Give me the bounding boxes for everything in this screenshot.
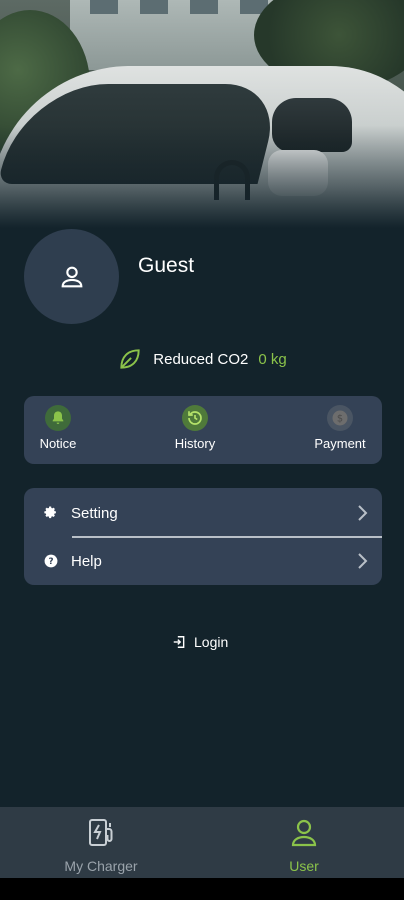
gear-icon [44, 506, 56, 519]
co2-value: 0 kg [258, 350, 287, 368]
quick-actions-card: Notice History $ Payment [24, 396, 382, 464]
notice-label: Notice [39, 436, 77, 451]
payment-label: Payment [314, 436, 366, 451]
help-circle-icon: ? [44, 554, 58, 568]
menu-item-help[interactable]: ? Help [24, 537, 382, 585]
bottom-navigation: My Charger User [0, 807, 404, 878]
dollar-coin-icon: $ [332, 410, 348, 426]
settings-menu-card: Setting ? Help [24, 488, 382, 585]
history-label: History [174, 436, 216, 451]
avatar[interactable] [24, 229, 119, 324]
leaf-icon [120, 349, 140, 369]
tab-label: User [289, 858, 319, 874]
svg-text:$: $ [337, 413, 343, 424]
history-icon [188, 411, 202, 425]
login-icon [173, 636, 185, 648]
tab-user[interactable]: User [234, 817, 374, 874]
menu-item-label: Setting [71, 504, 118, 522]
payment-button[interactable]: $ Payment [300, 405, 380, 451]
co2-summary: Reduced CO2 0 kg [0, 345, 404, 373]
login-button[interactable]: Login [172, 632, 228, 652]
svg-text:?: ? [48, 557, 53, 567]
bell-icon [52, 411, 64, 424]
hero-ev-charging-photo [0, 0, 404, 228]
user-icon [291, 819, 317, 847]
user-name: Guest [138, 254, 195, 277]
history-button[interactable]: History [155, 405, 235, 451]
user-screen: Guest Reduced CO2 0 kg Notice History $ … [0, 0, 404, 878]
tab-my-charger[interactable]: My Charger [31, 817, 171, 874]
co2-label: Reduced CO2 [153, 350, 249, 368]
tab-label: My Charger [64, 858, 138, 874]
user-icon [61, 266, 82, 287]
menu-item-label: Help [71, 552, 102, 570]
login-label: Login [194, 634, 229, 650]
chevron-right-icon [358, 505, 368, 521]
notice-button[interactable]: Notice [18, 405, 98, 451]
menu-item-setting[interactable]: Setting [24, 489, 382, 537]
chevron-right-icon [358, 553, 368, 569]
ev-charger-icon [89, 819, 113, 846]
